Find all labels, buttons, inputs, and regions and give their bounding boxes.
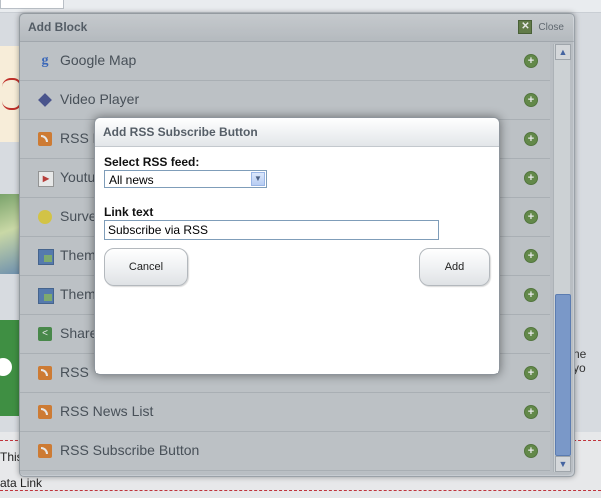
select-feed-label: Select RSS feed:: [104, 155, 200, 169]
background-text: ata Link: [0, 476, 43, 490]
rss-subscribe-dialog: Add RSS Subscribe Button Select RSS feed…: [94, 117, 500, 375]
background-dashed-divider: [0, 490, 601, 491]
background-text: ne yo: [573, 347, 587, 375]
rss-dialog-title-bar: Add RSS Subscribe Button: [95, 118, 499, 147]
cancel-button[interactable]: Cancel: [104, 248, 188, 286]
circle-icon: [0, 358, 12, 376]
rss-feed-select[interactable]: All news ▼: [104, 170, 267, 188]
chevron-down-icon[interactable]: ▼: [251, 172, 265, 186]
background-tab: [0, 0, 64, 9]
background-top-strip: [0, 0, 601, 13]
rss-feed-select-value: All news: [109, 173, 154, 187]
link-text-input[interactable]: Subscribe via RSS: [104, 220, 439, 240]
rss-dialog-body: Select RSS feed: All news ▼ Link text Su…: [96, 147, 498, 373]
link-text-label: Link text: [104, 205, 154, 219]
rss-dialog-title: Add RSS Subscribe Button: [103, 125, 258, 139]
add-button[interactable]: Add: [419, 248, 490, 286]
